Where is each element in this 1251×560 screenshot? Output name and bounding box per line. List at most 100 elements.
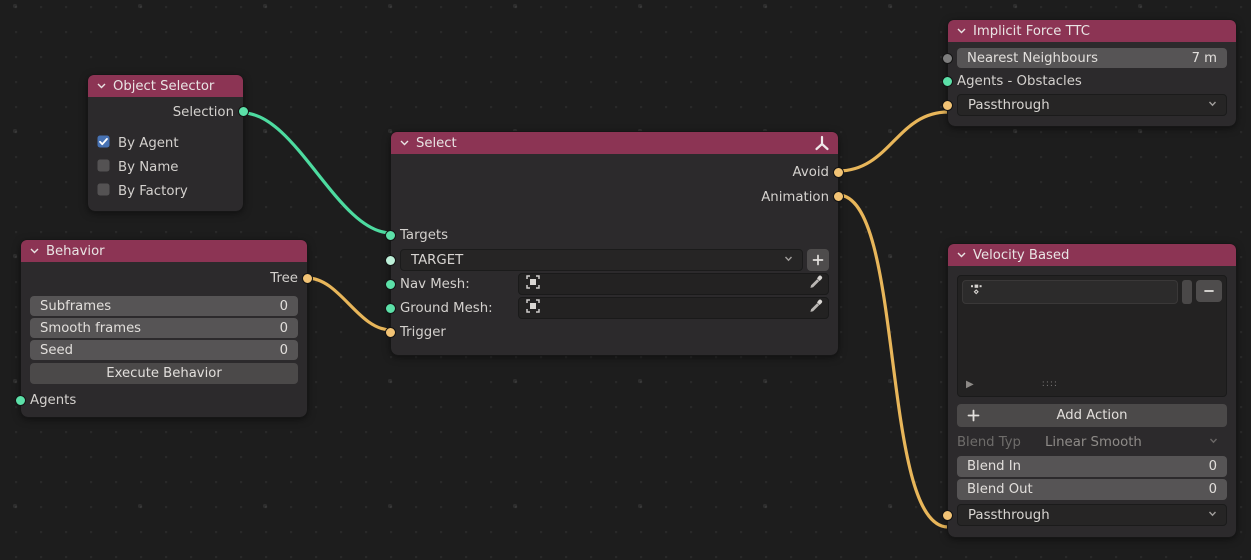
node-select[interactable]: Select Avoid Animation Targets TARGET Na… [385, 131, 844, 356]
action-list-footer[interactable]: ▶ :::: [958, 376, 1226, 392]
socket-in-agents[interactable] [15, 395, 26, 406]
node-object-selector[interactable]: Object Selector Selection By Agent By Na… [87, 74, 249, 212]
mesh-data-icon [525, 298, 541, 318]
node-implicit-force-ttc[interactable]: Implicit Force TTC Nearest Neighbours 7 … [942, 19, 1237, 127]
field-label-seed: Seed [40, 342, 73, 358]
node-header-select[interactable]: Select [391, 132, 838, 154]
checkbox-off-icon[interactable] [97, 183, 110, 200]
socket-in-agents-obstacles[interactable] [942, 76, 953, 87]
checkbox-on-icon[interactable] [97, 135, 110, 152]
socket-in-passthrough[interactable] [942, 100, 953, 111]
remove-action-button[interactable] [1196, 280, 1222, 302]
output-label-selection: Selection [172, 104, 234, 120]
expand-triangle-icon[interactable]: ▶ [966, 379, 974, 390]
checkbox-row-by-agent[interactable]: By Agent [88, 131, 243, 155]
blend-type-row[interactable]: Blend Typ Linear Smooth [948, 430, 1236, 454]
node-title: Velocity Based [973, 247, 1070, 263]
nav-mesh-row[interactable]: Nav Mesh: [385, 272, 838, 296]
output-label-animation: Animation [761, 189, 829, 205]
blend-type-label: Blend Typ [957, 434, 1021, 450]
socket-out-animation[interactable] [833, 191, 844, 202]
blend-type-dropdown[interactable]: Linear Smooth [1035, 431, 1227, 453]
field-subframes[interactable]: Subframes 0 [30, 296, 298, 316]
socket-in-target-collection[interactable] [385, 255, 396, 266]
add-target-button[interactable] [807, 249, 829, 271]
socket-in-targets[interactable] [385, 230, 396, 241]
node-behavior[interactable]: Behavior Tree Subframes 0 Smooth frames … [15, 239, 313, 418]
checkbox-label-by-agent: By Agent [118, 135, 179, 151]
node-title: Object Selector [113, 78, 215, 94]
nav-mesh-field[interactable] [518, 273, 829, 295]
eyedropper-icon[interactable] [808, 298, 824, 318]
blend-type-value: Linear Smooth [1045, 434, 1142, 450]
chevron-down-icon[interactable] [399, 137, 410, 148]
field-value-subframes: 0 [279, 298, 288, 314]
ground-mesh-label: Ground Mesh: [400, 300, 493, 316]
action-list[interactable]: ▶ :::: [957, 275, 1227, 397]
checkbox-off-icon[interactable] [97, 159, 110, 176]
socket-out-tree[interactable] [302, 273, 313, 284]
output-row-tree: Tree [21, 266, 313, 290]
list-scrollbar[interactable] [1182, 280, 1192, 304]
field-value-blend-out: 0 [1208, 482, 1217, 497]
node-body-velocity-based: ▶ :::: Add Action Blend Typ Linear Smoot… [942, 266, 1236, 537]
mesh-data-icon [525, 274, 541, 294]
passthrough-dropdown[interactable]: Passthrough [957, 94, 1227, 116]
chevron-down-icon[interactable] [956, 25, 967, 36]
eyedropper-icon[interactable] [808, 274, 824, 294]
ground-mesh-row[interactable]: Ground Mesh: [385, 296, 838, 320]
checkbox-row-by-name[interactable]: By Name [88, 155, 243, 179]
socket-in-nearest-neighbours[interactable] [942, 53, 953, 64]
target-dropdown[interactable]: TARGET [400, 249, 803, 271]
chevron-down-icon [1207, 508, 1218, 523]
resize-grip-icon[interactable]: :::: [1042, 379, 1058, 389]
checkbox-row-by-factory[interactable]: By Factory [88, 179, 243, 203]
ground-mesh-field[interactable] [518, 297, 829, 319]
passthrough-row[interactable]: Passthrough [942, 93, 1236, 117]
field-blend-in[interactable]: Blend In 0 [957, 456, 1227, 477]
node-header-implicit-force-ttc[interactable]: Implicit Force TTC [948, 20, 1236, 42]
input-label-agents-obstacles: Agents - Obstacles [957, 73, 1082, 89]
field-value-seed: 0 [279, 342, 288, 358]
target-dropdown-row[interactable]: TARGET [385, 248, 838, 272]
plus-icon [967, 409, 980, 422]
node-header-velocity-based[interactable]: Velocity Based [948, 244, 1236, 266]
action-icon [968, 282, 985, 303]
action-list-item[interactable] [962, 280, 1178, 304]
input-row-agents: Agents [15, 387, 307, 413]
chevron-down-icon [1208, 435, 1219, 450]
socket-in-nav-mesh[interactable] [385, 279, 396, 290]
checkbox-label-by-name: By Name [118, 159, 179, 175]
chevron-down-icon[interactable] [956, 249, 967, 260]
passthrough-value: Passthrough [968, 507, 1050, 523]
socket-out-selection[interactable] [238, 106, 249, 117]
output-row-avoid: Avoid [391, 160, 844, 185]
chevron-down-icon[interactable] [29, 245, 40, 256]
socket-in-ground-mesh[interactable] [385, 303, 396, 314]
node-velocity-based[interactable]: Velocity Based ▶:::: Add Action Blend T… [942, 243, 1237, 538]
input-row-targets: Targets [385, 223, 838, 248]
field-label-subframes: Subframes [40, 298, 112, 314]
socket-in-trigger[interactable] [385, 327, 396, 338]
chevron-down-icon[interactable] [96, 80, 107, 91]
chevron-down-icon [1207, 98, 1218, 113]
node-body-object-selector: Selection By Agent By Name By Factory [88, 97, 249, 211]
field-value-smooth-frames: 0 [279, 320, 288, 336]
field-seed[interactable]: Seed 0 [30, 340, 298, 360]
nearest-neighbours-slider[interactable]: Nearest Neighbours 7 m [957, 48, 1227, 68]
add-action-button[interactable]: Add Action [957, 404, 1227, 427]
socket-in-passthrough[interactable] [942, 510, 953, 521]
node-header-object-selector[interactable]: Object Selector [88, 75, 243, 97]
nearest-neighbours-row[interactable]: Nearest Neighbours 7 m [942, 47, 1236, 69]
node-body-implicit-force-ttc: Nearest Neighbours 7 m Agents - Obstacle… [942, 42, 1236, 126]
passthrough-row[interactable]: Passthrough [942, 502, 1236, 528]
add-action-label: Add Action [1056, 408, 1128, 423]
field-blend-out[interactable]: Blend Out 0 [957, 479, 1227, 500]
node-header-behavior[interactable]: Behavior [21, 240, 307, 262]
input-label-targets: Targets [400, 228, 449, 243]
socket-out-avoid[interactable] [833, 167, 844, 178]
field-smooth-frames[interactable]: Smooth frames 0 [30, 318, 298, 338]
execute-behavior-button[interactable]: Execute Behavior [30, 363, 298, 384]
passthrough-dropdown[interactable]: Passthrough [957, 504, 1227, 526]
input-row-agents-obstacles: Agents - Obstacles [942, 69, 1236, 93]
